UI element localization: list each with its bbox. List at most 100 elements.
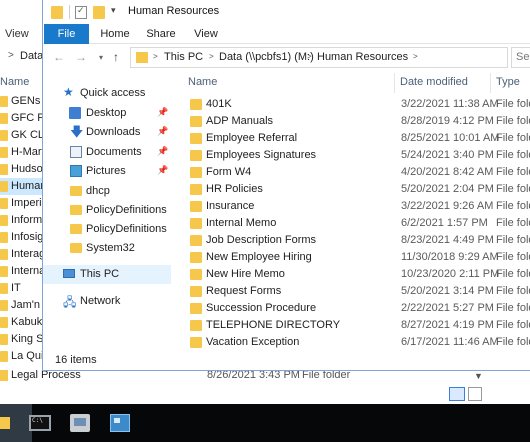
chevron-right-icon[interactable]: >: [153, 52, 158, 61]
explorer-window[interactable]: ▾ Human Resources File Home Share View ←…: [42, 0, 530, 371]
column-divider[interactable]: [490, 73, 491, 93]
folder-icon: [190, 320, 202, 331]
properties-icon[interactable]: [75, 5, 87, 19]
bg-list-item[interactable]: GENs: [0, 93, 44, 110]
file-row[interactable]: Job Description Forms 8/23/2021 4:49 PM Fi…: [176, 232, 530, 249]
nav-folder-system32[interactable]: System32: [43, 239, 171, 258]
file-date-modified: 3/22/2021 9:26 AM: [401, 200, 494, 212]
search-input[interactable]: Sear: [511, 47, 530, 68]
view-toggle[interactable]: [446, 385, 486, 403]
file-row[interactable]: Insurance 3/22/2021 9:26 AMFile fold: [176, 198, 530, 215]
nav-downloads[interactable]: 🡇 Downloads 📌: [43, 123, 171, 142]
file-date-modified: 5/20/2021 3:14 PM: [401, 285, 494, 297]
folder-icon: [190, 201, 202, 212]
bg-list-item[interactable]: King Sp: [0, 331, 44, 348]
nav-label: PolicyDefinitions: [86, 223, 167, 235]
column-header-type[interactable]: Type: [496, 76, 520, 88]
details-view-icon[interactable]: [449, 387, 465, 401]
column-header-name[interactable]: Name: [188, 76, 217, 88]
file-name: Vacation Exception: [206, 336, 300, 348]
file-name: Request Forms: [206, 285, 282, 297]
file-row[interactable]: Form W4 4/20/2021 8:42 AMFile fold: [176, 164, 530, 181]
file-row[interactable]: HR Policies 5/20/2021 2:04 PMFile fold: [176, 181, 530, 198]
breadcrumb-data-drive[interactable]: Data (\\pcbfs1) (M:): [219, 51, 314, 63]
bg-list-item[interactable]: GK CLO: [0, 127, 44, 144]
chevron-right-icon: >: [8, 50, 14, 61]
customize-dropdown-icon[interactable]: ▾: [111, 5, 116, 16]
tab-share[interactable]: Share: [142, 24, 180, 44]
nav-network[interactable]: 🖧 Network: [43, 292, 171, 311]
bg-list-item[interactable]: Interag: [0, 246, 44, 263]
folder-icon: [0, 283, 8, 294]
file-row[interactable]: Succession Procedure 2/22/2021 5:27 PM Fil…: [176, 300, 530, 317]
bg-list-item[interactable]: Infosigh: [0, 229, 44, 246]
chevron-right-icon[interactable]: >: [413, 52, 418, 61]
bg-list-item[interactable]: La Quin: [0, 348, 44, 365]
pin-icon: 📌: [157, 126, 169, 136]
chevron-right-icon[interactable]: >: [209, 52, 214, 61]
scroll-down-icon[interactable]: ▼: [474, 371, 483, 381]
bg-item-name: Infosigh: [11, 231, 44, 243]
back-arrow-icon[interactable]: ←: [53, 50, 65, 64]
nav-desktop[interactable]: Desktop 📌: [43, 104, 171, 123]
nav-folder-policydefinitions-2[interactable]: PolicyDefinitions: [43, 220, 171, 239]
bg-item-name: La Quin: [11, 350, 44, 362]
nav-quick-access[interactable]: ★ Quick access: [43, 84, 171, 103]
folder-icon: [190, 286, 202, 297]
address-bar[interactable]: > This PC > Data (\\pcbfs1) (M:) > Human…: [130, 47, 508, 68]
file-row[interactable]: Employees Signatures 5/24/2021 3:40 PM Fil…: [176, 147, 530, 164]
file-row[interactable]: 401K 3/22/2021 11:38 AMFile fold: [176, 96, 530, 113]
taskbar-command-prompt[interactable]: [20, 404, 60, 442]
nav-this-pc[interactable]: This PC: [43, 265, 171, 284]
file-type: File fold: [496, 268, 530, 280]
folder-icon: [190, 235, 202, 246]
bg-list-item[interactable]: Informa: [0, 212, 44, 229]
bg-column-name[interactable]: Name: [0, 76, 29, 88]
bg-list-item[interactable]: H-Mart: [0, 144, 44, 161]
nav-documents[interactable]: Documents 📌: [43, 143, 171, 162]
file-row[interactable]: New Employee Hiring 11/30/2018 9:29 AM Fil…: [176, 249, 530, 266]
folder-icon: [190, 337, 202, 348]
bg-list-item[interactable]: Kabuki: [0, 314, 44, 331]
file-name: HR Policies: [206, 183, 263, 195]
large-icons-view-icon[interactable]: [468, 387, 482, 401]
new-folder-icon[interactable]: [93, 6, 105, 19]
taskbar-server-manager[interactable]: [60, 404, 100, 442]
folder-icon: [0, 147, 8, 158]
chevron-right-icon[interactable]: >: [307, 52, 312, 61]
bg-view-menu[interactable]: View: [0, 26, 44, 43]
bg-list-item[interactable]: GFC Ph: [0, 110, 44, 127]
bg-list-item[interactable]: Human: [0, 178, 44, 195]
bg-list-item[interactable]: Interna: [0, 263, 44, 280]
file-row[interactable]: Internal Memo 6/2/2021 1:57 PM File fold: [176, 215, 530, 232]
forward-arrow-icon[interactable]: →: [75, 50, 87, 64]
status-bar: 16 items: [43, 352, 530, 370]
file-row[interactable]: Vacation Exception 6/17/2021 11:46 AM File…: [176, 334, 530, 351]
bg-list-item[interactable]: Imperis: [0, 195, 44, 212]
star-icon: ★: [63, 85, 74, 99]
nav-folder-dhcp[interactable]: dhcp: [43, 182, 171, 201]
breadcrumb-this-pc[interactable]: This PC: [164, 51, 203, 63]
recent-locations-icon[interactable]: ▾: [99, 53, 103, 62]
tab-home[interactable]: Home: [97, 24, 133, 44]
file-row[interactable]: Employee Referral 8/25/2021 10:01 AM File …: [176, 130, 530, 147]
bg-list-item[interactable]: IT: [0, 280, 44, 297]
nav-folder-policydefinitions[interactable]: PolicyDefinitions: [43, 201, 171, 220]
tab-file[interactable]: File: [44, 24, 89, 44]
up-arrow-icon[interactable]: ↑: [113, 50, 119, 64]
tab-view[interactable]: View: [189, 24, 223, 44]
column-divider[interactable]: [394, 73, 395, 93]
nav-pictures[interactable]: Pictures 📌: [43, 162, 171, 181]
file-row[interactable]: ADP Manuals 8/28/2019 4:12 PMFile fold: [176, 113, 530, 130]
file-row[interactable]: New Hire Memo 10/23/2020 2:11 PMFile fold: [176, 266, 530, 283]
file-row[interactable]: TELEPHONE DIRECTORY 8/27/2021 4:19 PM File…: [176, 317, 530, 334]
file-row[interactable]: Request Forms 5/20/2021 3:14 PMFile fold: [176, 283, 530, 300]
breadcrumb-human-resources[interactable]: Human Resources: [317, 51, 408, 63]
taskbar-control-panel[interactable]: [100, 404, 140, 442]
file-name: Internal Memo: [206, 217, 277, 229]
column-header-date[interactable]: Date modified: [400, 76, 468, 88]
bg-list-item[interactable]: Jam'n R: [0, 297, 44, 314]
bg-address-bar[interactable]: > Data: [0, 47, 44, 67]
bg-list-item[interactable]: Hudson: [0, 161, 44, 178]
title-bar[interactable]: ▾ Human Resources: [43, 0, 530, 24]
